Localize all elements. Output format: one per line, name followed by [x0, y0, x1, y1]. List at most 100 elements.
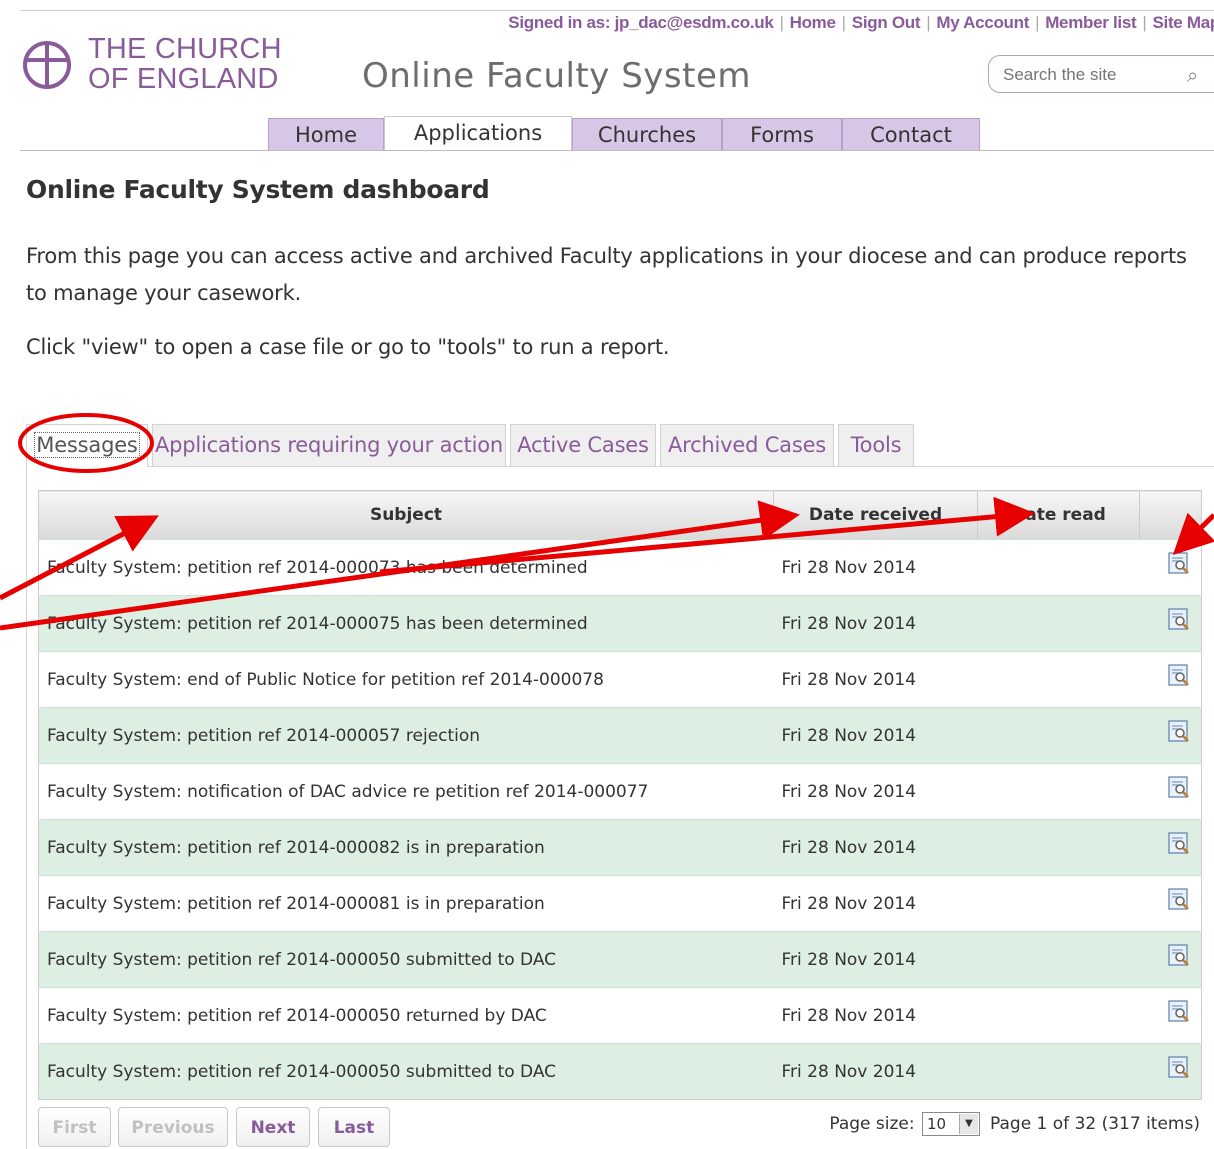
table-row[interactable]: Faculty System: notification of DAC advi…: [38, 763, 1202, 820]
message-date-received: Fri 28 Nov 2014: [773, 1043, 978, 1100]
view-icon[interactable]: [1167, 663, 1190, 686]
message-date-read: [977, 595, 1140, 652]
view-cell: [1139, 539, 1202, 596]
previous-page-button[interactable]: Previous: [118, 1107, 228, 1147]
message-subject: Faculty System: notification of DAC advi…: [38, 763, 774, 820]
message-date-read: [977, 539, 1140, 596]
view-icon[interactable]: [1167, 1055, 1190, 1078]
instruction-text: Click "view" to open a case file or go t…: [26, 335, 670, 359]
view-cell: [1139, 707, 1202, 764]
site-title: Online Faculty System: [362, 56, 751, 96]
top-link-sign-out[interactable]: Sign Out: [852, 13, 921, 32]
view-cell: [1139, 595, 1202, 652]
table-row[interactable]: Faculty System: petition ref 2014-000050…: [38, 1043, 1202, 1100]
next-page-button[interactable]: Next: [236, 1107, 310, 1147]
tab-messages-label: Messages: [34, 432, 140, 458]
logo-text: THE CHURCH OF ENGLAND: [88, 34, 282, 94]
top-link-member-list[interactable]: Member list: [1045, 13, 1136, 32]
signed-in-text: Signed in as: jp_dac@esdm.co.uk: [508, 13, 774, 32]
search-input[interactable]: [1001, 62, 1175, 88]
message-subject: Faculty System: end of Public Notice for…: [38, 651, 774, 708]
table-header-row: Subject Date received Date read: [38, 490, 1202, 540]
top-link-site-map[interactable]: Site Map: [1152, 13, 1214, 32]
message-date-received: Fri 28 Nov 2014: [773, 987, 978, 1044]
table-row[interactable]: Faculty System: petition ref 2014-000075…: [38, 595, 1202, 652]
top-links: Signed in as: jp_dac@esdm.co.uk | Home | Sig…: [508, 11, 1214, 35]
message-date-read: [977, 987, 1140, 1044]
message-subject: Faculty System: petition ref 2014-000081…: [38, 875, 774, 932]
nav-tab-applications[interactable]: Applications: [384, 116, 572, 150]
table-row[interactable]: Faculty System: petition ref 2014-000082…: [38, 819, 1202, 876]
nav-tab-churches[interactable]: Churches: [572, 118, 722, 150]
page-count-text: Page 1 of 32 (317 items): [990, 1114, 1200, 1134]
column-header-view: [1139, 490, 1202, 540]
view-icon[interactable]: [1167, 831, 1190, 854]
table-row[interactable]: Faculty System: petition ref 2014-000050…: [38, 931, 1202, 988]
table-row[interactable]: Faculty System: petition ref 2014-000050…: [38, 987, 1202, 1044]
view-cell: [1139, 651, 1202, 708]
table-row[interactable]: Faculty System: end of Public Notice for…: [38, 651, 1202, 708]
view-icon[interactable]: [1167, 775, 1190, 798]
church-cross-icon: [23, 41, 71, 89]
message-subject: Faculty System: petition ref 2014-000050…: [38, 1043, 774, 1100]
table-row[interactable]: Faculty System: petition ref 2014-000057…: [38, 707, 1202, 764]
tab-archived-cases[interactable]: Archived Cases: [660, 424, 834, 466]
nav-tab-forms[interactable]: Forms: [722, 118, 842, 150]
search-box[interactable]: ⌕: [988, 55, 1214, 93]
page-size-select[interactable]: 10 ▼: [922, 1112, 980, 1136]
message-date-received: Fri 28 Nov 2014: [773, 539, 978, 596]
message-date-read: [977, 651, 1140, 708]
view-cell: [1139, 875, 1202, 932]
intro-text: From this page you can access active and…: [26, 244, 1187, 305]
last-page-button[interactable]: Last: [318, 1107, 390, 1147]
table-row[interactable]: Faculty System: petition ref 2014-000081…: [38, 875, 1202, 932]
message-date-read: [977, 875, 1140, 932]
message-date-read: [977, 763, 1140, 820]
logo-line-1: THE CHURCH: [88, 33, 282, 65]
nav-tab-home[interactable]: Home: [268, 118, 384, 150]
view-icon[interactable]: [1167, 999, 1190, 1022]
message-date-read: [977, 1043, 1140, 1100]
first-page-button[interactable]: First: [38, 1107, 111, 1147]
view-cell: [1139, 819, 1202, 876]
nav-tab-contact[interactable]: Contact: [842, 118, 980, 150]
message-date-received: Fri 28 Nov 2014: [773, 931, 978, 988]
page-title: Online Faculty System dashboard: [26, 175, 490, 204]
message-date-received: Fri 28 Nov 2014: [773, 819, 978, 876]
message-subject: Faculty System: petition ref 2014-000057…: [38, 707, 774, 764]
tab-active-cases[interactable]: Active Cases: [510, 424, 656, 466]
message-subject: Faculty System: petition ref 2014-000050…: [38, 987, 774, 1044]
church-logo[interactable]: THE CHURCH OF ENGLAND: [20, 34, 300, 100]
message-date-received: Fri 28 Nov 2014: [773, 875, 978, 932]
top-link-my-account[interactable]: My Account: [936, 13, 1029, 32]
column-header-subject[interactable]: Subject: [38, 490, 774, 540]
view-icon[interactable]: [1167, 551, 1190, 574]
view-icon[interactable]: [1167, 607, 1190, 630]
search-icon[interactable]: ⌕: [1187, 63, 1198, 87]
message-subject: Faculty System: petition ref 2014-000075…: [38, 595, 774, 652]
view-icon[interactable]: [1167, 887, 1190, 910]
view-cell: [1139, 1043, 1202, 1100]
view-cell: [1139, 987, 1202, 1044]
message-subject: Faculty System: petition ref 2014-000050…: [38, 931, 774, 988]
logo-line-2: OF ENGLAND: [88, 63, 279, 95]
chevron-down-icon[interactable]: ▼: [959, 1114, 978, 1134]
tab-applications-requiring-action[interactable]: Applications requiring your action: [152, 424, 506, 466]
tab-tools[interactable]: Tools: [838, 424, 914, 466]
view-icon[interactable]: [1167, 719, 1190, 742]
table-row[interactable]: Faculty System: petition ref 2014-000073…: [38, 539, 1202, 596]
view-icon[interactable]: [1167, 943, 1190, 966]
nav-divider: [20, 150, 1214, 151]
column-header-date-read[interactable]: Date read: [977, 490, 1140, 540]
page-size-label: Page size:: [829, 1114, 915, 1134]
message-date-received: Fri 28 Nov 2014: [773, 707, 978, 764]
message-date-received: Fri 28 Nov 2014: [773, 595, 978, 652]
tab-messages[interactable]: Messages: [26, 424, 148, 467]
message-date-read: [977, 707, 1140, 764]
message-date-received: Fri 28 Nov 2014: [773, 763, 978, 820]
message-date-read: [977, 931, 1140, 988]
column-header-date-received[interactable]: Date received: [773, 490, 978, 540]
message-date-read: [977, 819, 1140, 876]
view-cell: [1139, 763, 1202, 820]
top-link-home[interactable]: Home: [790, 13, 836, 32]
